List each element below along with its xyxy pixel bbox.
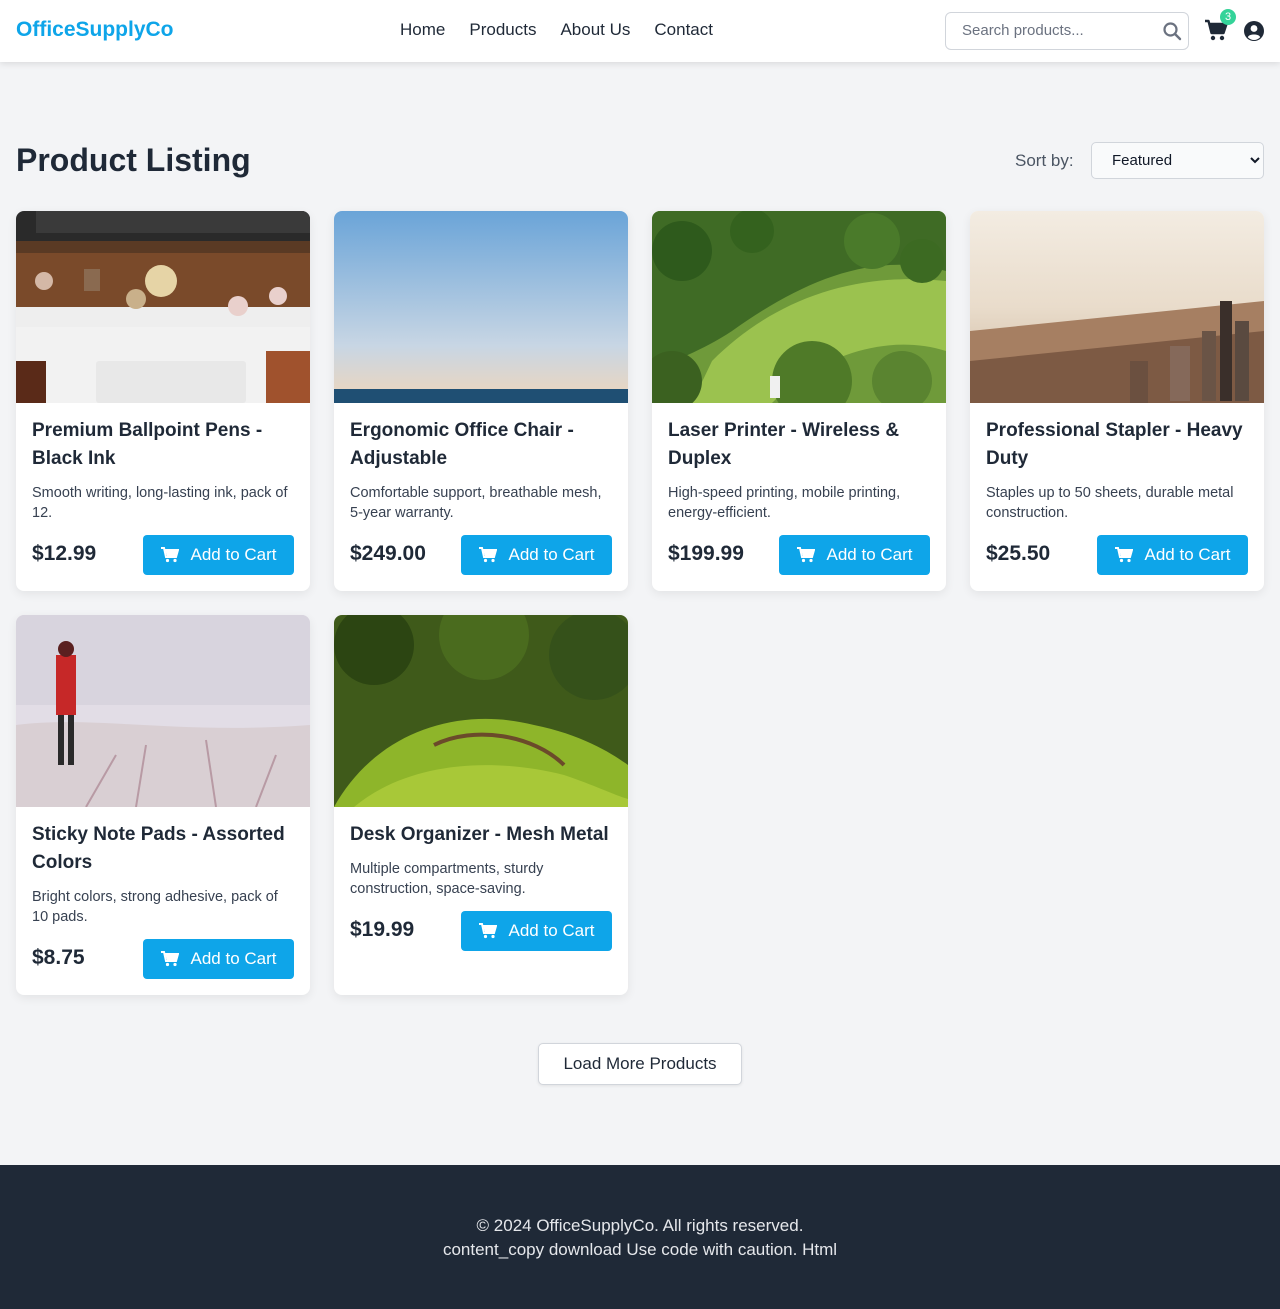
product-description: Staples up to 50 sheets, durable metal c… [986,485,1234,521]
load-more-button[interactable]: Load More Products [538,1043,742,1085]
sort-label: Sort by: [1015,151,1074,170]
add-to-cart-label: Add to Cart [826,545,913,564]
nav-contact-link[interactable]: Contact [654,20,713,40]
product-name[interactable]: Laser Printer - Wireless & Duplex [668,417,930,473]
product-card: Professional Stapler - Heavy Duty Staple… [970,211,1264,591]
product-card: Laser Printer - Wireless & Duplex High-s… [652,211,946,591]
search-input[interactable] [962,22,1152,39]
site-header: OfficeSupplyCo Home Products About Us Co… [0,0,1280,62]
product-price: $25.50 [986,542,1051,565]
product-name[interactable]: Professional Stapler - Heavy Duty [986,417,1248,473]
product-price: $249.00 [350,542,426,565]
product-name[interactable]: Sticky Note Pads - Assorted Colors [32,821,294,877]
cart-icon [478,923,497,939]
product-description: Comfortable support, breathable mesh, 5-… [350,485,602,521]
search-icon[interactable] [1162,21,1182,41]
cart-count-badge: 3 [1220,9,1236,25]
main-nav: Home Products About Us Contact [400,20,713,40]
add-to-cart-label: Add to Cart [1144,545,1231,564]
add-to-cart-label: Add to Cart [508,921,595,940]
add-to-cart-button[interactable]: Add to Cart [143,939,294,979]
cart-icon [160,547,179,563]
product-image[interactable] [334,211,628,403]
add-to-cart-label: Add to Cart [190,545,277,564]
product-image[interactable] [334,615,628,807]
add-to-cart-button[interactable]: Add to Cart [1097,535,1248,575]
product-description: Multiple compartments, sturdy constructi… [350,861,544,897]
product-image[interactable] [652,211,946,403]
product-card: Desk Organizer - Mesh Metal Multiple com… [334,615,628,995]
product-price: $8.75 [32,946,85,969]
cart-icon [478,547,497,563]
product-name[interactable]: Ergonomic Office Chair - Adjustable [350,417,612,473]
site-footer: © 2024 OfficeSupplyCo. All rights reserv… [0,1165,1280,1309]
product-card: Ergonomic Office Chair - Adjustable Comf… [334,211,628,591]
product-name[interactable]: Desk Organizer - Mesh Metal [350,821,612,849]
add-to-cart-label: Add to Cart [508,545,595,564]
nav-home-link[interactable]: Home [400,20,445,40]
product-image[interactable] [970,211,1264,403]
add-to-cart-button[interactable]: Add to Cart [461,911,612,951]
product-image[interactable] [16,211,310,403]
product-card: Premium Ballpoint Pens - Black Ink Smoot… [16,211,310,591]
product-price: $199.99 [668,542,744,565]
footer-note: content_copy download Use code with caut… [442,1240,838,1259]
cart-icon [796,547,815,563]
search-box [945,12,1189,50]
product-price: $12.99 [32,542,97,565]
sort-select[interactable]: Featured [1091,142,1264,179]
product-card: Sticky Note Pads - Assorted Colors Brigh… [16,615,310,995]
product-price: $19.99 [350,918,415,941]
product-description: High-speed printing, mobile printing, en… [668,485,901,521]
nav-products-link[interactable]: Products [469,20,536,40]
user-account-icon[interactable] [1244,21,1264,41]
add-to-cart-button[interactable]: Add to Cart [461,535,612,575]
add-to-cart-button[interactable]: Add to Cart [143,535,294,575]
product-name[interactable]: Premium Ballpoint Pens - Black Ink [32,417,294,473]
page-title: Product Listing [16,142,251,178]
nav-about-link[interactable]: About Us [560,20,630,40]
add-to-cart-label: Add to Cart [190,949,277,968]
product-description: Smooth writing, long-lasting ink, pack o… [32,485,288,521]
cart-icon [1114,547,1133,563]
product-description: Bright colors, strong adhesive, pack of … [32,889,278,925]
site-logo[interactable]: OfficeSupplyCo [16,18,174,42]
footer-copyright: © 2024 OfficeSupplyCo. All rights reserv… [476,1216,804,1235]
product-image[interactable] [16,615,310,807]
add-to-cart-button[interactable]: Add to Cart [779,535,930,575]
cart-icon [160,951,179,967]
